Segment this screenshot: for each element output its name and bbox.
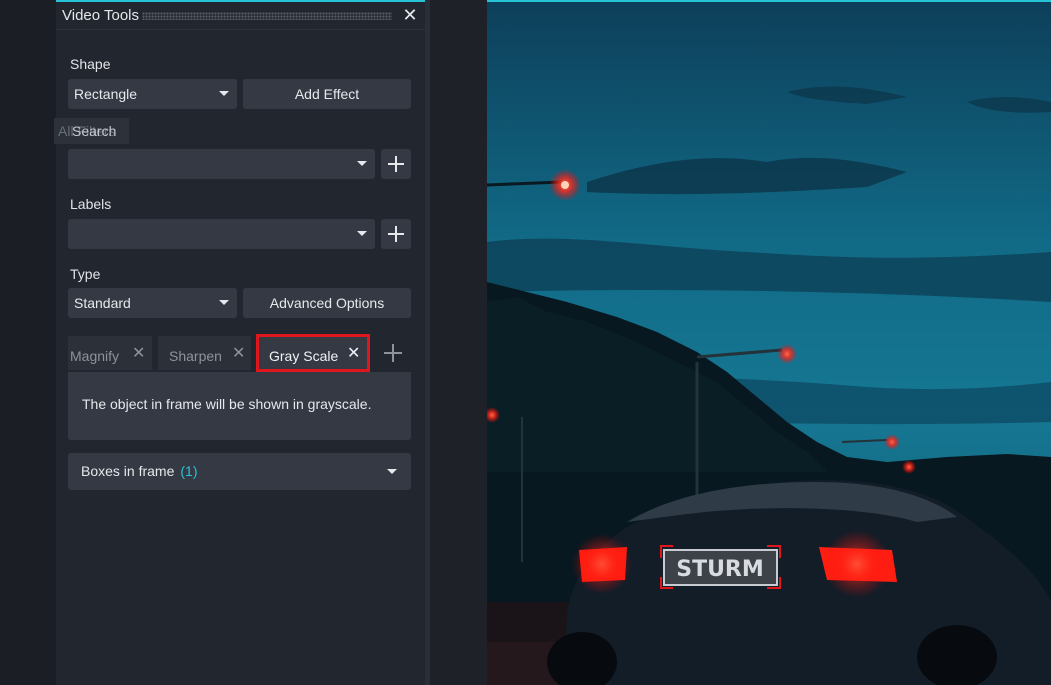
video-tools-panel: Video Tools ✕ Shape Rectangle Add Effect… [56, 0, 425, 685]
panel-titlebar[interactable]: Video Tools ✕ [56, 2, 425, 30]
shape-select[interactable]: Rectangle [68, 79, 237, 109]
chevron-down-icon [219, 300, 229, 305]
drag-grip-icon[interactable] [142, 12, 392, 20]
labels-select[interactable] [68, 219, 375, 249]
type-select[interactable]: Standard [68, 288, 237, 318]
close-icon[interactable]: ✕ [232, 346, 245, 362]
chevron-down-icon [219, 91, 229, 96]
add-tab-icon[interactable] [384, 344, 402, 362]
add-search-button[interactable] [381, 149, 411, 179]
type-label: Type [70, 266, 101, 282]
plate-text: STURM [676, 557, 764, 582]
chevron-down-icon [357, 231, 367, 236]
chevron-down-icon [387, 469, 397, 474]
labels-label: Labels [70, 196, 112, 212]
tab-label: Sharpen [169, 348, 222, 364]
advanced-options-button[interactable]: Advanced Options [243, 288, 411, 318]
tab-gray-scale[interactable]: Gray Scale ✕ [256, 334, 370, 372]
left-strip [0, 0, 56, 685]
close-icon[interactable]: ✕ [401, 6, 419, 24]
shape-label: Shape [70, 56, 111, 72]
effect-tabs: Magnify ✕ Sharpen ✕ Gray Scale ✕ The obj… [68, 334, 411, 440]
tooltip: All Filters Search [54, 118, 129, 144]
add-label-button[interactable] [381, 219, 411, 249]
tooltip-front-text: Search [72, 123, 117, 139]
boxes-in-frame-dropdown[interactable]: Boxes in frame (1) [68, 453, 411, 490]
tab-magnify[interactable]: Magnify ✕ [68, 336, 152, 370]
add-effect-button[interactable]: Add Effect [243, 79, 411, 109]
search-select[interactable] [68, 149, 375, 179]
canvas-gap [430, 0, 487, 685]
video-frame-image: STURM [487, 2, 1051, 685]
panel-title: Video Tools [62, 7, 140, 24]
tab-sharpen[interactable]: Sharpen ✕ [158, 336, 251, 370]
chevron-down-icon [357, 161, 367, 166]
shape-select-value: Rectangle [74, 86, 138, 102]
tab-label: Magnify [70, 348, 120, 364]
close-icon[interactable]: ✕ [132, 346, 145, 362]
tab-label: Gray Scale [269, 348, 339, 364]
type-select-value: Standard [74, 295, 131, 311]
boxes-in-frame-label: Boxes in frame [81, 463, 175, 479]
close-icon[interactable]: ✕ [347, 346, 360, 362]
video-frame[interactable]: STURM [487, 0, 1051, 685]
boxes-count: (1) [180, 463, 198, 479]
effect-description: The object in frame will be shown in gra… [68, 372, 411, 440]
